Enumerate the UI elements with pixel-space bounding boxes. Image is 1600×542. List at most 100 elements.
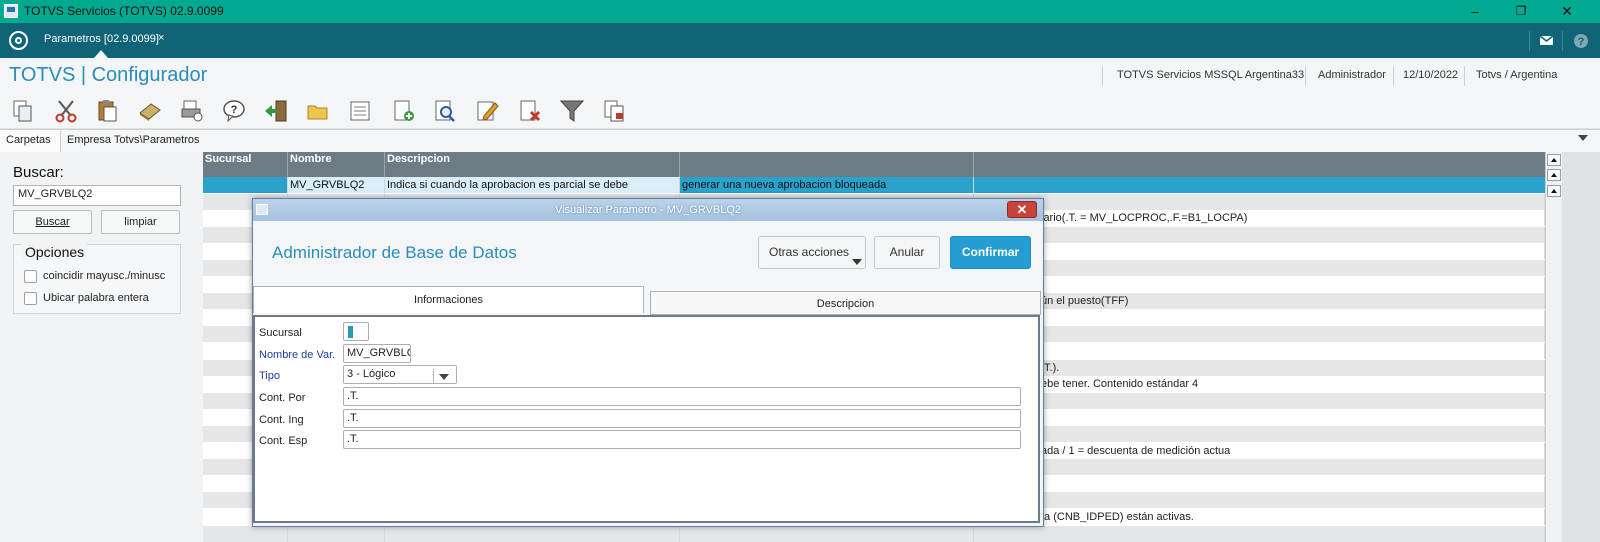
dialog-title-bar: Visualizar Parametro - MV_GRVBLQ2 ✕ [253,199,1043,221]
minimize-button[interactable]: – [1452,1,1498,22]
column-header-descripcion-cont[interactable] [680,152,974,177]
scroll-up-icon[interactable] [1547,185,1561,197]
confirmar-button[interactable]: Confirmar [950,236,1031,269]
search-input[interactable]: MV_GRVBLQ2 [13,185,181,206]
cell-descripcion-partial: ebe tener. Contenido estándar 4 [1041,378,1199,391]
company-label[interactable]: Totvs / Argentina [1476,69,1557,81]
scroll-page-up-icon[interactable] [1547,169,1561,181]
cell-descripcion-cont: generar una nueva aprobacion bloqueada [680,177,974,193]
paste-icon [98,100,117,122]
filter-button[interactable] [559,98,585,124]
table-cell [974,392,1545,409]
scroll-top-icon[interactable] [1547,154,1561,166]
breadcrumb: Empresa Totvs\Parametros [67,134,200,146]
delete-record-button[interactable] [517,98,543,124]
right-margin [1562,152,1600,542]
buscar-button-label: Buscar [35,216,70,228]
vertical-scrollbar[interactable] [1545,152,1563,542]
tab-carpetas[interactable]: Carpetas [0,130,61,152]
open-folder-button[interactable] [305,98,331,124]
toolbar: ? [0,94,1600,128]
tab-close-icon[interactable]: × [158,32,164,44]
table-row[interactable]: MV_GRVBLQ2 Indica si cuando la aprobacion… [203,177,1545,193]
cell-descripcion-partial: ada / 1 = descuenta de medición actua [1041,444,1231,457]
whole-word-checkbox[interactable] [24,292,37,305]
sucursal-field[interactable] [343,322,369,341]
list-icon [350,101,370,121]
edit-record-button[interactable] [474,98,500,124]
list-button[interactable] [347,98,373,124]
user-label[interactable]: Administrador [1318,69,1386,81]
clear-button[interactable] [137,98,163,124]
tipo-value: 3 - Lógico [347,368,396,380]
cont-por-field[interactable]: .T. [343,387,1021,406]
match-case-checkbox[interactable] [24,270,37,283]
cont-esp-field[interactable]: .T. [343,430,1021,449]
otras-acciones-button[interactable]: Otras acciones [758,236,866,269]
date-label[interactable]: 12/10/2022 [1403,69,1458,81]
table-cell [974,359,1545,376]
cont-esp-label: Cont. Esp [259,435,308,447]
edit-doc-icon [477,101,499,121]
view-record-button[interactable] [432,98,458,124]
close-window-button[interactable]: ✕ [1544,1,1590,22]
help-toolbar-button[interactable]: ? [221,98,247,124]
copy-record-button[interactable] [601,98,627,124]
limpiar-button[interactable]: limpiar [101,210,180,234]
app-icon [4,4,18,18]
column-header-nombre[interactable]: Nombre [288,152,385,177]
column-header-descripcion[interactable]: Descripcion [385,152,680,177]
copy-button[interactable] [10,98,36,124]
nombre-label: Nombre de Var. [259,349,336,361]
mail-icon [1539,35,1554,45]
chevron-down-icon[interactable] [433,369,454,383]
tab-parametros[interactable]: Parametros [02.9.0099] × [36,23,171,58]
dialog-title: Visualizar Parametro - MV_GRVBLQ2 [554,204,742,216]
divider [1305,66,1306,86]
environment-label[interactable]: TOTVS Servicios MSSQL Argentina33 [1117,69,1304,81]
cell-descripcion-partial: ún el puesto(TFF) [1041,295,1129,308]
cont-ing-label: Cont. Ing [259,414,304,426]
maximize-button[interactable]: ❐ [1498,1,1544,22]
help-button[interactable]: ? [1562,31,1599,51]
table-cell [974,226,1545,243]
limpiar-button-label: limpiar [124,216,157,228]
table-cell [974,525,1545,542]
svg-text:?: ? [231,104,238,116]
tab-descripcion[interactable]: Descripcion [650,291,1041,315]
dialog-close-button[interactable]: ✕ [1007,201,1037,218]
column-header-sucursal[interactable]: Sucursal [203,152,288,177]
chevron-down-icon[interactable] [1578,135,1588,141]
copy-icon [13,100,32,122]
copy-doc-icon [604,100,624,122]
table-cell [974,459,1545,476]
cell-descripcion-partial: iario(.T. = MV_LOCPROC,.F.=B1_LOCPA) [1041,212,1248,225]
exit-button[interactable] [263,98,289,124]
table-cell [974,409,1545,426]
add-doc-icon [394,100,414,121]
tipo-select[interactable]: 3 - Lógico [343,365,457,384]
dialog-heading: Administrador de Base de Datos [272,243,517,262]
match-case-label: coincidir mayusc./minusc [43,270,166,282]
print-button[interactable] [179,98,205,124]
add-record-button[interactable] [390,98,416,124]
table-cell [974,260,1545,276]
sucursal-label: Sucursal [259,327,302,339]
otras-acciones-label: Otras acciones [769,245,850,259]
nombre-field[interactable]: MV_GRVBLQ2 [343,344,411,363]
breadcrumb-bar: Carpetas Empresa Totvs\Parametros [0,129,1600,153]
table-row[interactable] [203,525,1545,542]
totvs-logo-icon[interactable] [9,31,28,50]
buscar-button[interactable]: Buscar [13,210,92,234]
tab-informaciones[interactable]: Informaciones [253,286,644,313]
paste-button[interactable] [95,98,121,124]
delete-doc-icon [520,100,541,122]
options-title: Opciones [22,244,88,260]
table-cell [288,525,385,542]
mail-button[interactable] [1529,31,1563,51]
cut-button[interactable] [53,98,79,124]
table-cell [974,426,1545,442]
table-cell [974,326,1545,343]
anular-button[interactable]: Anular [874,236,940,269]
cont-ing-field[interactable]: .T. [343,409,1021,428]
